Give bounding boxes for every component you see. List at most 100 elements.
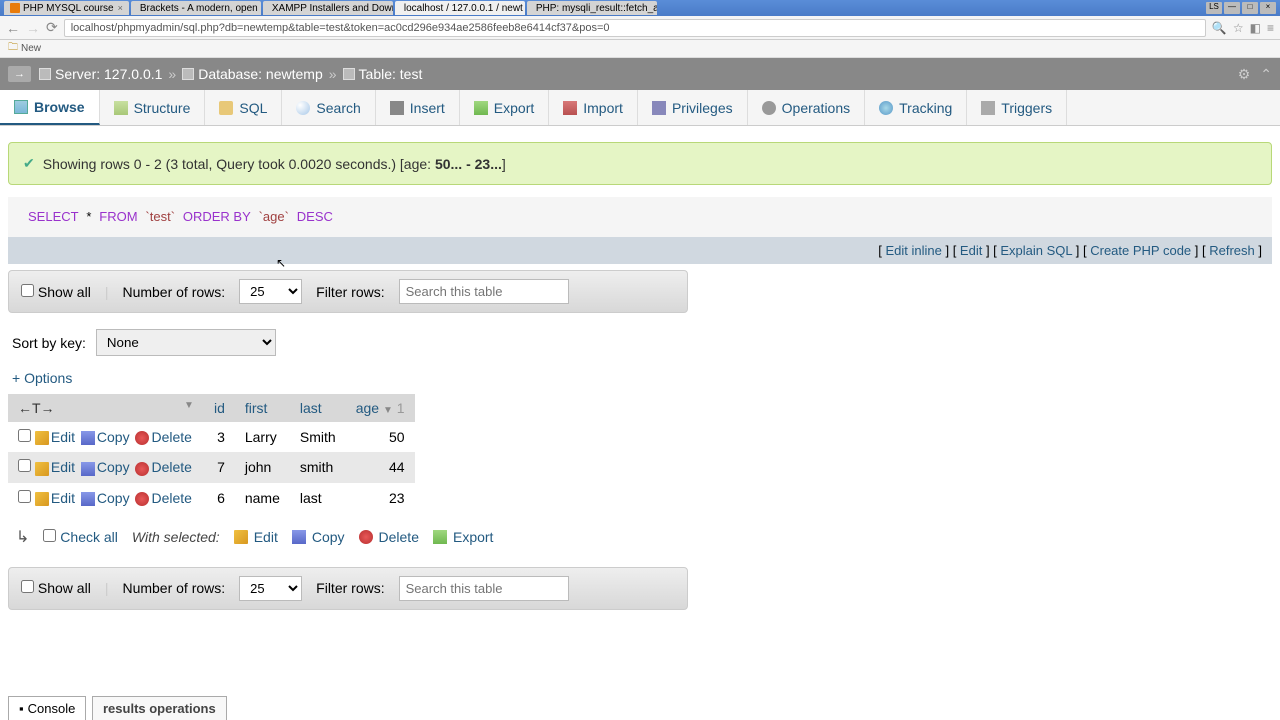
- delete-row[interactable]: Delete: [151, 459, 191, 475]
- tab-insert[interactable]: Insert: [376, 90, 460, 125]
- refresh-link[interactable]: Refresh: [1209, 243, 1255, 258]
- close-button[interactable]: ×: [1260, 2, 1276, 14]
- filter-input-bottom[interactable]: [399, 576, 569, 601]
- cell-first: name: [235, 483, 290, 513]
- sql-icon: [219, 101, 233, 115]
- delete-row[interactable]: Delete: [151, 490, 191, 506]
- bulk-export[interactable]: Export: [433, 529, 493, 545]
- edit-row[interactable]: Edit: [51, 490, 75, 506]
- gear-icon[interactable]: ⚙: [1238, 66, 1251, 83]
- tab-triggers[interactable]: Triggers: [967, 90, 1067, 125]
- back-button[interactable]: ←: [6, 20, 20, 36]
- import-icon: [563, 101, 577, 115]
- tab-structure[interactable]: Structure: [100, 90, 206, 125]
- tab-search[interactable]: Search: [282, 90, 375, 125]
- col-first[interactable]: first: [235, 394, 290, 422]
- col-id[interactable]: id: [204, 394, 235, 422]
- row-checkbox[interactable]: [18, 459, 31, 472]
- explain-sql-link[interactable]: Explain SQL: [1000, 243, 1072, 258]
- operations-icon: [762, 101, 776, 115]
- cell-id: 3: [204, 422, 235, 452]
- pocket-icon[interactable]: ◧: [1250, 21, 1261, 35]
- delete-icon: [135, 492, 149, 506]
- console-tab[interactable]: ▪Console: [8, 696, 86, 720]
- cell-first: Larry: [235, 422, 290, 452]
- tab-privileges[interactable]: Privileges: [638, 90, 748, 125]
- table-row: Edit Copy Delete 6 name last 23: [8, 483, 415, 513]
- maximize-button[interactable]: □: [1242, 2, 1258, 14]
- exit-icon[interactable]: ⌃: [1260, 66, 1272, 83]
- address-input[interactable]: [64, 19, 1206, 37]
- copy-row[interactable]: Copy: [97, 490, 130, 506]
- privileges-icon: [652, 101, 666, 115]
- num-rows-label: Number of rows:: [122, 284, 225, 300]
- export-icon: [433, 530, 447, 544]
- tab-operations[interactable]: Operations: [748, 90, 865, 125]
- check-all-checkbox[interactable]: Check all: [43, 529, 117, 545]
- results-table: ←T→ ▼ id first last age ▼ 1 Edit Copy De…: [8, 394, 415, 513]
- cell-id: 6: [204, 483, 235, 513]
- tab-tracking[interactable]: Tracking: [865, 90, 967, 125]
- database-name[interactable]: newtemp: [266, 66, 323, 82]
- triggers-icon: [981, 101, 995, 115]
- star-icon[interactable]: ☆: [1233, 21, 1244, 35]
- browser-tab[interactable]: Brackets - A modern, open ×: [131, 1, 261, 15]
- filter-input[interactable]: [399, 279, 569, 304]
- edit-icon: [234, 530, 248, 544]
- check-all-row: ↳ Check all With selected: Edit Copy Del…: [8, 513, 1272, 561]
- filter-label-bottom: Filter rows:: [316, 580, 384, 596]
- col-last[interactable]: last: [290, 394, 346, 422]
- copy-row[interactable]: Copy: [97, 459, 130, 475]
- search-icon: [296, 101, 310, 115]
- row-checkbox[interactable]: [18, 490, 31, 503]
- cell-last: smith: [290, 452, 346, 482]
- tab-export[interactable]: Export: [460, 90, 549, 125]
- url-bar: ← → ⟳ 🔍 ☆ ◧ ≡: [0, 16, 1280, 40]
- tab-import[interactable]: Import: [549, 90, 638, 125]
- col-age[interactable]: age ▼ 1: [346, 394, 415, 422]
- search-icon[interactable]: 🔍: [1212, 21, 1227, 35]
- copy-icon: [81, 462, 95, 476]
- show-all-checkbox-bottom[interactable]: Show all: [21, 580, 91, 596]
- edit-row[interactable]: Edit: [51, 429, 75, 445]
- folder-icon: 🗀: [8, 40, 18, 57]
- num-rows-select-bottom[interactable]: 25: [239, 576, 302, 601]
- browser-tab[interactable]: PHP MYSQL course×: [4, 1, 129, 15]
- num-rows-label-bottom: Number of rows:: [122, 580, 225, 596]
- bulk-delete[interactable]: Delete: [359, 529, 419, 545]
- browser-tab[interactable]: XAMPP Installers and Down×: [263, 1, 393, 15]
- browser-tab-active[interactable]: localhost / 127.0.0.1 / newt×: [395, 1, 525, 15]
- bulk-edit[interactable]: Edit: [234, 529, 278, 545]
- insert-icon: [390, 101, 404, 115]
- create-php-link[interactable]: Create PHP code: [1090, 243, 1191, 258]
- browser-tab[interactable]: PHP: mysqli_result::fetch_a×: [527, 1, 657, 15]
- delete-icon: [359, 530, 373, 544]
- sort-select[interactable]: None: [96, 329, 276, 356]
- minimize-button[interactable]: —: [1224, 2, 1240, 14]
- edit-icon: [35, 462, 49, 476]
- edit-inline-link[interactable]: Edit inline: [885, 243, 941, 258]
- edit-link[interactable]: Edit: [960, 243, 982, 258]
- edit-row[interactable]: Edit: [51, 459, 75, 475]
- options-toggle[interactable]: + Options: [8, 366, 1272, 390]
- reload-button[interactable]: ⟳: [46, 19, 58, 36]
- cell-last: Smith: [290, 422, 346, 452]
- server-name[interactable]: 127.0.0.1: [104, 66, 162, 82]
- num-rows-select[interactable]: 25: [239, 279, 302, 304]
- delete-row[interactable]: Delete: [151, 429, 191, 445]
- copy-row[interactable]: Copy: [97, 429, 130, 445]
- forward-button[interactable]: →: [26, 20, 40, 36]
- bulk-copy[interactable]: Copy: [292, 529, 345, 545]
- results-operations-tab[interactable]: results operations: [92, 696, 227, 720]
- tab-browse[interactable]: Browse: [0, 90, 100, 125]
- tab-sql[interactable]: SQL: [205, 90, 282, 125]
- row-checkbox[interactable]: [18, 429, 31, 442]
- table-name[interactable]: test: [400, 66, 423, 82]
- show-all-checkbox[interactable]: Show all: [21, 284, 91, 300]
- ls-indicator: LS: [1206, 2, 1222, 14]
- bookmark-new[interactable]: New: [21, 43, 41, 54]
- menu-icon[interactable]: ≡: [1267, 21, 1274, 35]
- copy-icon: [81, 431, 95, 445]
- export-icon: [474, 101, 488, 115]
- collapse-nav-button[interactable]: →: [8, 66, 31, 82]
